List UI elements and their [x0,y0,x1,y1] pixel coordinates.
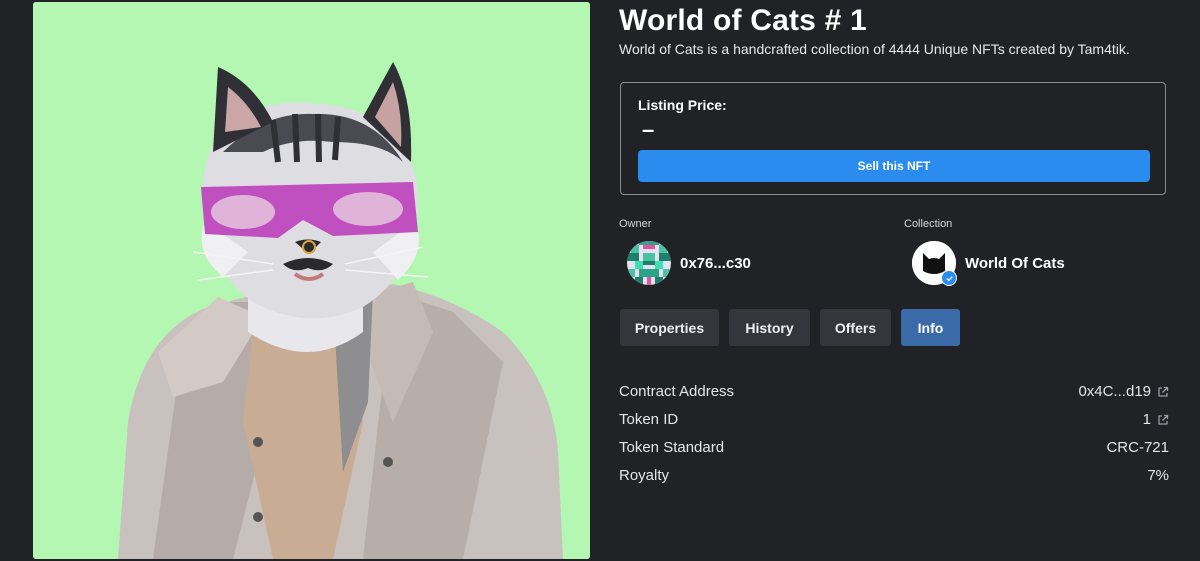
nft-detail-page: World of Cats # 1 World of Cats is a han… [0,0,1200,561]
info-value: CRC-721 [1106,438,1169,456]
info-row-royalty: Royalty 7% [619,461,1169,489]
detail-tabs: Properties History Offers Info [620,309,960,346]
external-link-icon[interactable] [1157,385,1169,397]
listing-price-label: Listing Price: [638,97,727,113]
external-link-icon[interactable] [1157,413,1169,425]
info-row-token-id: Token ID 1 [619,405,1169,433]
info-key: Royalty [619,466,670,484]
verified-icon [941,270,957,286]
tab-info[interactable]: Info [901,309,960,346]
info-value: 1 [1142,410,1151,428]
owner-address-link[interactable]: 0x76...c30 [680,255,751,272]
listing-price-value: – [642,117,655,142]
owner-label: Owner [619,218,652,230]
listing-price-card: Listing Price: – Sell this NFT [620,82,1166,195]
info-row-token-standard: Token Standard CRC-721 [619,433,1169,461]
info-key: Contract Address [619,382,735,400]
nft-artwork-image [33,2,590,559]
tab-offers[interactable]: Offers [820,309,891,346]
collection-label: Collection [904,218,953,230]
info-key: Token Standard [619,438,725,456]
contract-address-link[interactable]: 0x4C...d19 [1078,383,1169,400]
info-key: Token ID [619,410,679,428]
tab-properties[interactable]: Properties [620,309,719,346]
token-id-link[interactable]: 1 [1143,411,1169,428]
info-list: Contract Address 0x4C...d19 Token ID 1 T… [619,377,1169,489]
nft-description: World of Cats is a handcrafted collectio… [619,41,1130,57]
owner-avatar[interactable] [627,241,671,285]
info-value: 0x4C...d19 [1078,382,1151,400]
info-value: 7% [1147,466,1169,484]
nft-title: World of Cats # 1 [619,4,867,37]
collection-name-link[interactable]: World Of Cats [965,255,1065,272]
tab-history[interactable]: History [729,309,810,346]
info-row-contract-address: Contract Address 0x4C...d19 [619,377,1169,405]
sell-nft-button[interactable]: Sell this NFT [638,150,1150,182]
